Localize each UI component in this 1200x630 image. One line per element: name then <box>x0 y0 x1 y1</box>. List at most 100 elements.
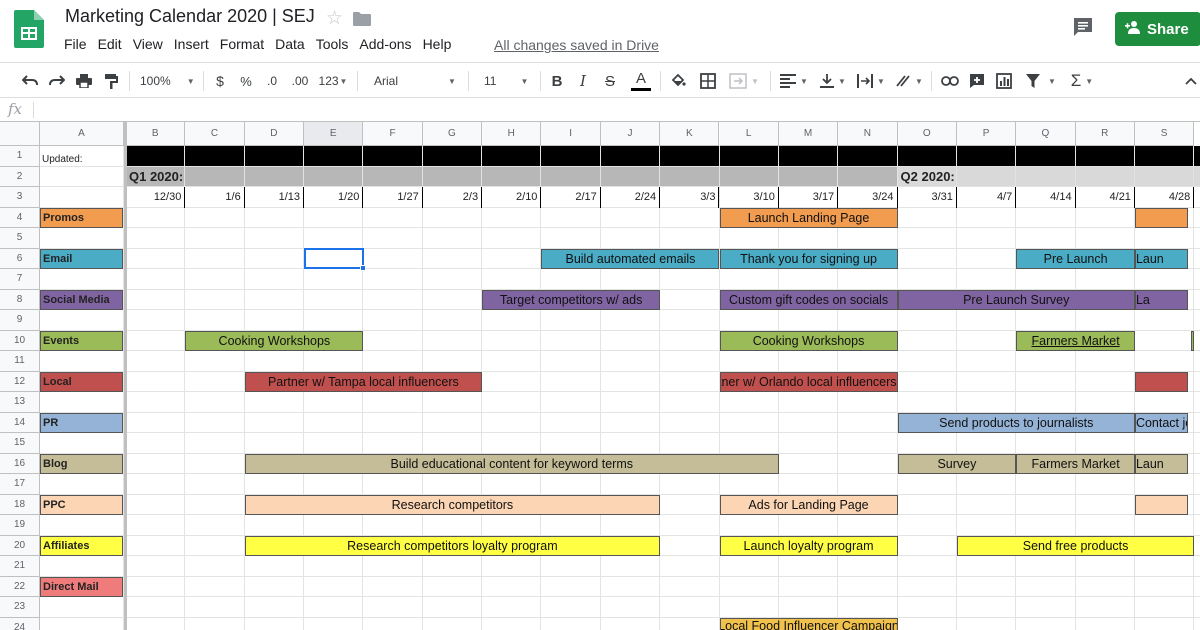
task-bar-social-4[interactable]: La <box>1134 289 1189 310</box>
menu-tools[interactable]: Tools <box>316 36 349 52</box>
task-bar-ppc-3[interactable] <box>1134 494 1189 515</box>
column-header-c[interactable]: C <box>185 122 245 146</box>
vertical-align-icon[interactable]: ▼ <box>818 70 848 92</box>
task-bar-ppc-1[interactable]: Research competitors <box>244 494 661 515</box>
category-email[interactable]: Email <box>40 248 123 269</box>
column-header-k[interactable]: K <box>660 122 720 146</box>
task-bar-aff-3[interactable]: Send free products <box>956 535 1195 556</box>
task-bar-aff-1[interactable]: Research competitors loyalty program <box>244 535 661 556</box>
category-pr[interactable]: PR <box>40 412 123 433</box>
comments-icon[interactable] <box>1072 16 1094 43</box>
bold-icon[interactable]: B <box>548 70 566 92</box>
increase-decimals-button[interactable]: .00 <box>288 70 312 92</box>
row-header-11[interactable]: 11 <box>0 351 40 372</box>
column-header-e[interactable]: E <box>304 122 364 146</box>
row-header-13[interactable]: 13 <box>0 392 40 413</box>
horizontal-align-icon[interactable]: ▼ <box>778 70 810 92</box>
task-bar-blog-4[interactable]: Laun <box>1134 453 1189 474</box>
category-affiliates[interactable]: Affiliates <box>40 535 123 556</box>
folder-icon[interactable] <box>353 12 371 31</box>
spreadsheet-grid[interactable]: A B C D E F G H I J K L M N O P Q R S 1 2 3 4 5 6 7 8 9 10 11 12 13 14 15… <box>0 122 1200 630</box>
menu-file[interactable]: File <box>64 36 87 52</box>
functions-icon[interactable]: Σ ▼ <box>1066 70 1098 92</box>
task-bar-email-3[interactable]: Pre Launch <box>1016 248 1135 269</box>
row-header-7[interactable]: 7 <box>0 269 40 290</box>
task-bar-email-1[interactable]: Build automated emails <box>541 248 720 269</box>
category-events[interactable]: Events <box>40 330 123 351</box>
decrease-decimals-button[interactable]: .0 <box>263 70 281 92</box>
text-rotation-icon[interactable]: ▼ <box>893 70 925 92</box>
task-bar-promos-2[interactable] <box>1134 207 1189 228</box>
column-header-f[interactable]: F <box>363 122 423 146</box>
row-header-8[interactable]: 8 <box>0 289 40 310</box>
menu-data[interactable]: Data <box>275 36 305 52</box>
row-header-21[interactable]: 21 <box>0 556 40 577</box>
select-all-corner[interactable] <box>0 122 40 146</box>
column-header-a[interactable]: A <box>40 122 124 146</box>
more-formats-select[interactable]: 123 ▼ <box>317 70 349 92</box>
share-button[interactable]: Share <box>1115 12 1200 46</box>
row-header-12[interactable]: 12 <box>0 371 40 392</box>
row-header-4[interactable]: 4 <box>0 207 40 228</box>
row-header-2[interactable]: 2 <box>0 166 40 187</box>
merge-cells-icon[interactable]: ▼ <box>726 70 762 92</box>
row-header-20[interactable]: 20 <box>0 535 40 556</box>
column-header-m[interactable]: M <box>778 122 839 146</box>
task-bar-email-4[interactable]: Laun <box>1134 248 1189 269</box>
document-title[interactable]: Marketing Calendar 2020 | SEJ <box>65 6 315 27</box>
row-header-9[interactable]: 9 <box>0 310 40 331</box>
column-header-o[interactable]: O <box>897 122 957 146</box>
star-icon[interactable]: ☆ <box>326 7 343 30</box>
task-bar-aff-2[interactable]: Launch loyalty program <box>719 535 898 556</box>
category-social-media[interactable]: Social Media <box>40 289 123 310</box>
task-bar-blog-3[interactable]: Farmers Market <box>1016 453 1135 474</box>
fill-color-icon[interactable] <box>668 70 688 92</box>
task-bar-social-1[interactable]: Target competitors w/ ads <box>482 289 661 310</box>
task-bar-promos-1[interactable]: Launch Landing Page <box>719 207 898 228</box>
currency-format-button[interactable]: $ <box>211 70 229 92</box>
undo-icon[interactable] <box>20 70 40 92</box>
insert-link-icon[interactable] <box>939 70 961 92</box>
percent-format-button[interactable]: % <box>237 70 255 92</box>
row-header-10[interactable]: 10 <box>0 330 40 351</box>
task-bar-pr-2[interactable]: Contact jo <box>1134 412 1189 433</box>
task-bar-ppc-2[interactable]: Ads for Landing Page <box>719 494 898 515</box>
column-header-j[interactable]: J <box>600 122 661 146</box>
task-bar-events-2[interactable]: Cooking Workshops <box>719 330 898 351</box>
task-bar-social-2[interactable]: Custom gift codes on socials <box>719 289 898 310</box>
font-family-select[interactable]: Arial ▼ <box>366 70 461 92</box>
zoom-select[interactable]: 100% ▼ <box>140 70 196 92</box>
selected-cell-e6[interactable] <box>304 247 365 269</box>
task-bar-email-2[interactable]: Thank you for signing up <box>719 248 898 269</box>
column-header-d[interactable]: D <box>244 122 305 146</box>
row-header-19[interactable]: 19 <box>0 515 40 536</box>
print-icon[interactable] <box>74 70 94 92</box>
column-header-i[interactable]: I <box>541 122 601 146</box>
insert-chart-icon[interactable] <box>993 70 1015 92</box>
menu-view[interactable]: View <box>133 36 163 52</box>
column-header-h[interactable]: H <box>482 122 542 146</box>
fill-handle[interactable] <box>360 265 367 271</box>
task-bar-social-3[interactable]: Pre Launch Survey <box>897 289 1135 310</box>
row-header-14[interactable]: 14 <box>0 412 40 433</box>
column-header-g[interactable]: G <box>422 122 483 146</box>
column-header-s[interactable]: S <box>1134 122 1195 146</box>
column-header-l[interactable]: L <box>719 122 779 146</box>
menu-insert[interactable]: Insert <box>174 36 209 52</box>
row-header-15[interactable]: 15 <box>0 433 40 454</box>
row-header-1[interactable]: 1 <box>0 146 40 167</box>
formula-bar[interactable]: fx <box>0 98 1200 122</box>
row-header-18[interactable]: 18 <box>0 494 40 515</box>
column-header-n[interactable]: N <box>838 122 898 146</box>
font-size-select[interactable]: 11 ▼ <box>476 70 534 92</box>
text-wrapping-icon[interactable]: ▼ <box>855 70 887 92</box>
menu-help[interactable]: Help <box>423 36 452 52</box>
task-bar-local-3[interactable] <box>1134 371 1189 392</box>
category-promos[interactable]: Promos <box>40 207 123 228</box>
task-bar-blog-1[interactable]: Build educational content for keyword te… <box>244 453 779 474</box>
insert-comment-icon[interactable] <box>966 70 988 92</box>
category-local[interactable]: Local <box>40 371 123 392</box>
task-bar-local-1[interactable]: Partner w/ Tampa local influencers <box>244 371 483 392</box>
category-ppc[interactable]: PPC <box>40 494 123 515</box>
row-header-22[interactable]: 22 <box>0 576 40 597</box>
